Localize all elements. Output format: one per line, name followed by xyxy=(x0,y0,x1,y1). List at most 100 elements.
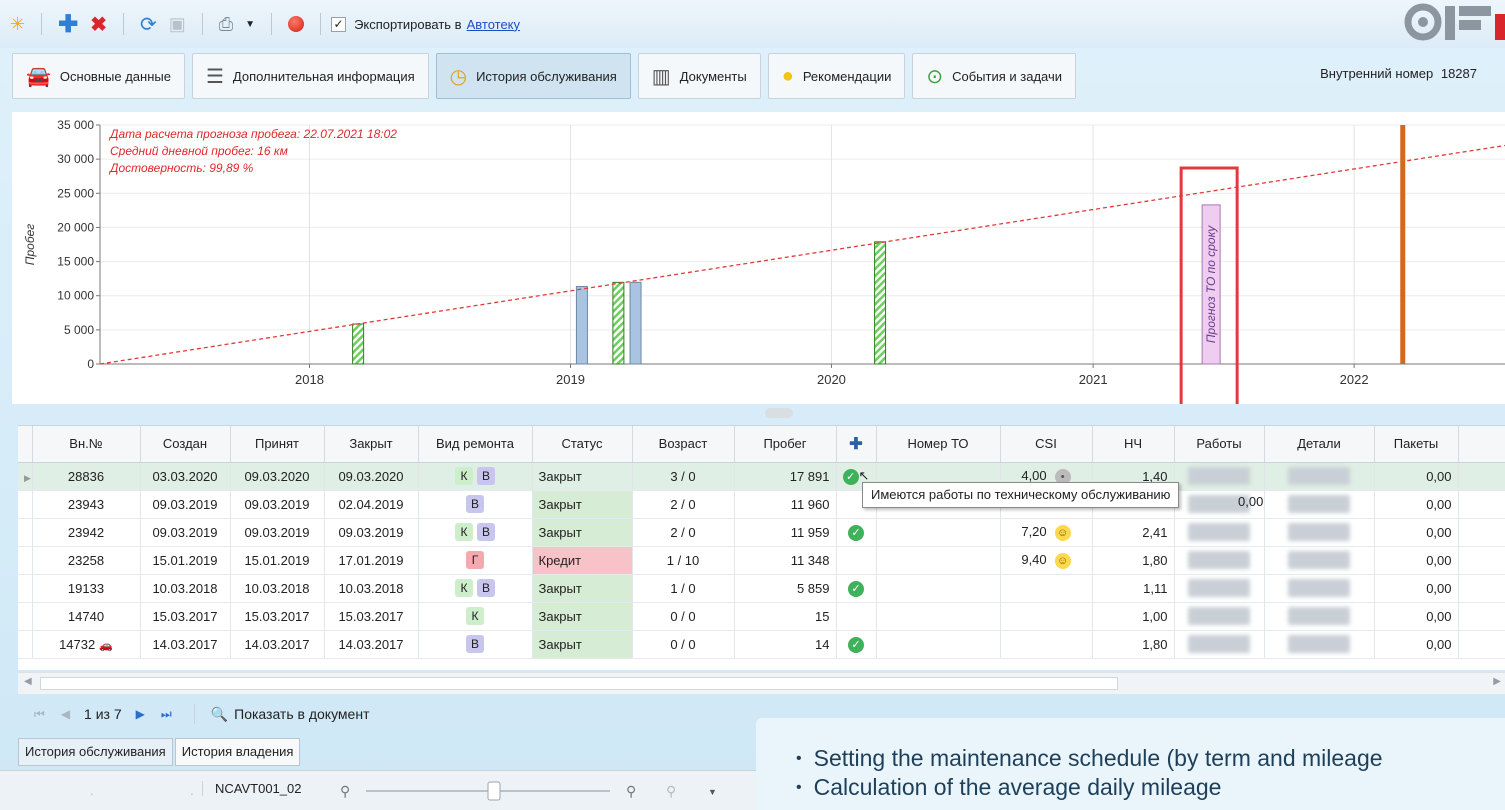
table-row[interactable]: 14740 15.03.2017 15.03.2017 15.03.2017 К Закр… xyxy=(18,602,1505,631)
scroll-right-icon[interactable]: ▶ xyxy=(1493,676,1501,687)
cell-closed: 15.03.2017 xyxy=(324,602,419,631)
record-icon[interactable] xyxy=(282,10,310,38)
cell-number: 23258 xyxy=(32,546,141,575)
wrench-icon: ✚ xyxy=(849,435,863,453)
cell-repair-type: КВ xyxy=(418,462,533,491)
table-row[interactable]: 23943 09.03.2019 09.03.2019 02.04.2019 В Закр… xyxy=(18,490,1505,519)
tab-bottom-ownership-history[interactable]: История владения xyxy=(174,738,301,766)
cell-created: 15.03.2017 xyxy=(140,602,231,631)
x-tick-label: 2018 xyxy=(295,372,324,387)
col-header-number[interactable]: Вн.№ xyxy=(32,426,141,463)
toolbar-separator xyxy=(320,13,322,35)
blurred-value xyxy=(1288,607,1350,625)
mouse-cursor-icon: ↖ xyxy=(858,467,870,483)
col-header-created[interactable]: Создан xyxy=(140,426,231,463)
last-page-icon[interactable]: ⏭ xyxy=(161,707,172,722)
col-header-maintenance[interactable]: ✚ xyxy=(836,426,877,463)
car-icon: 🚗 xyxy=(99,639,113,652)
toolbar: ✳ ✚ ✖ ⟳ ▣ ⎙ ▼ ✓ Экспортировать в Автотек… xyxy=(0,0,1505,48)
col-header-csi[interactable]: CSI xyxy=(1000,426,1093,463)
delete-icon[interactable]: ✖ xyxy=(84,10,113,38)
col-header-repair-type[interactable]: Вид ремонта xyxy=(418,426,533,463)
col-header-accepted[interactable]: Принят xyxy=(230,426,325,463)
cell-number: 23943 xyxy=(32,490,141,519)
splitter-grip[interactable] xyxy=(765,408,793,418)
tab-main-data[interactable]: 🚘 Основные данные xyxy=(12,53,185,99)
svg-text:⚲: ⚲ xyxy=(626,783,636,799)
cell-age: 3 / 0 xyxy=(632,462,735,491)
row-indicator xyxy=(18,546,33,575)
next-page-icon[interactable]: ▶ xyxy=(136,707,145,721)
show-in-document-button[interactable]: Показать в документ xyxy=(234,706,369,722)
scroll-left-icon[interactable]: ◀ xyxy=(24,676,32,687)
repair-type-badge: В xyxy=(466,635,484,653)
col-header-hours[interactable]: НЧ xyxy=(1092,426,1175,463)
export-checkbox[interactable]: ✓ xyxy=(331,16,347,32)
tab-bottom-service-history[interactable]: История обслуживания xyxy=(18,738,173,766)
status-separator: . xyxy=(190,783,194,798)
tab-documents[interactable]: ▥ Документы xyxy=(637,53,761,99)
cell-mileage: 5 859 xyxy=(734,574,837,603)
y-tick-label: 15 000 xyxy=(57,255,94,269)
add-icon[interactable]: ✚ xyxy=(52,10,84,38)
tab-recommendations[interactable]: ● Рекомендации xyxy=(767,53,906,99)
horizontal-scrollbar[interactable]: ◀ ▶ xyxy=(18,672,1505,694)
dropdown-arrow-icon[interactable]: ▼ xyxy=(239,10,261,38)
cell-maintenance xyxy=(836,546,877,575)
cell-packages: 0,00 xyxy=(1374,630,1459,659)
cell-accepted: 10.03.2018 xyxy=(230,574,325,603)
tab-label: События и задачи xyxy=(952,68,1063,84)
col-header-age[interactable]: Возраст xyxy=(632,426,735,463)
col-header-parts[interactable]: Детали xyxy=(1264,426,1375,463)
star-icon[interactable]: ✳ xyxy=(0,10,31,38)
splitter[interactable] xyxy=(12,405,1505,423)
blurred-value xyxy=(1188,607,1250,625)
col-header-mileage[interactable]: Пробег xyxy=(734,426,837,463)
inner-number-value: 18287 xyxy=(1440,66,1477,81)
cell-to-number xyxy=(876,518,1001,547)
tab-additional-info[interactable]: ☰ Дополнительная информация xyxy=(191,53,429,99)
table-row[interactable]: 23258 15.01.2019 15.01.2019 17.01.2019 Г Кред… xyxy=(18,546,1505,575)
scrollbar-thumb[interactable] xyxy=(40,677,1118,690)
svg-text:▼: ▼ xyxy=(708,787,717,797)
refresh-icon[interactable]: ⟳ xyxy=(134,10,163,38)
col-header-closed[interactable]: Закрыт xyxy=(324,426,419,463)
cell-accepted: 09.03.2019 xyxy=(230,490,325,519)
pager-separator xyxy=(193,704,195,724)
cell-accepted: 09.03.2019 xyxy=(230,518,325,547)
cell-age: 0 / 0 xyxy=(632,630,735,659)
col-header-works[interactable]: Работы xyxy=(1174,426,1265,463)
save-icon[interactable]: ▣ xyxy=(163,10,192,38)
tab-service-history[interactable]: ◷ История обслуживания xyxy=(435,53,631,99)
print-icon[interactable]: ⎙ xyxy=(213,10,239,38)
table-row[interactable]: ▶ 28836 03.03.2020 09.03.2020 09.03.2020 К В За… xyxy=(18,462,1505,491)
table-row[interactable]: 23942 09.03.2019 09.03.2019 09.03.2019 К В Зак… xyxy=(18,518,1505,547)
smiley-happy-icon: ☺ xyxy=(1054,524,1071,541)
first-page-icon[interactable]: ⏮ xyxy=(34,707,45,722)
cell-repair-type: КВ xyxy=(418,518,533,547)
col-header-status[interactable]: Статус xyxy=(532,426,633,463)
row-pointer-icon: ▶ xyxy=(24,472,31,483)
y-tick-label: 0 xyxy=(87,357,94,371)
prev-page-icon[interactable]: ◀ xyxy=(61,707,70,721)
cell-accepted: 09.03.2020 xyxy=(230,462,325,491)
table-row[interactable]: 14732 🚗 14.03.2017 14.03.2017 14.03.2017 В Зак… xyxy=(18,630,1505,659)
blurred-value xyxy=(1188,579,1250,597)
checkmark-icon: ✓ xyxy=(848,580,864,597)
zoom-control[interactable]: ⚲ ⚲ ⚲ ▼ xyxy=(340,781,730,801)
col-header-extra xyxy=(1458,426,1505,463)
status-separator: . xyxy=(90,783,94,798)
cell-created: 09.03.2019 xyxy=(140,518,231,547)
cell-parts xyxy=(1264,546,1375,575)
cell-packages: 0,00 xyxy=(1374,490,1459,519)
maintenance-bar xyxy=(874,241,887,365)
repair-type-badge: К xyxy=(455,523,473,541)
export-link[interactable]: Автотеку xyxy=(467,17,520,32)
col-header-packages[interactable]: Пакеты xyxy=(1374,426,1459,463)
table-row[interactable]: 19133 10.03.2018 10.03.2018 10.03.2018 К В Зак… xyxy=(18,574,1505,603)
cell-age: 1 / 0 xyxy=(632,574,735,603)
cell-hours: 1,11 xyxy=(1092,574,1175,603)
col-header-to-number[interactable]: Номер ТО xyxy=(876,426,1001,463)
cell-to-number xyxy=(876,546,1001,575)
tab-events-tasks[interactable]: ⊙ События и задачи xyxy=(912,53,1077,99)
